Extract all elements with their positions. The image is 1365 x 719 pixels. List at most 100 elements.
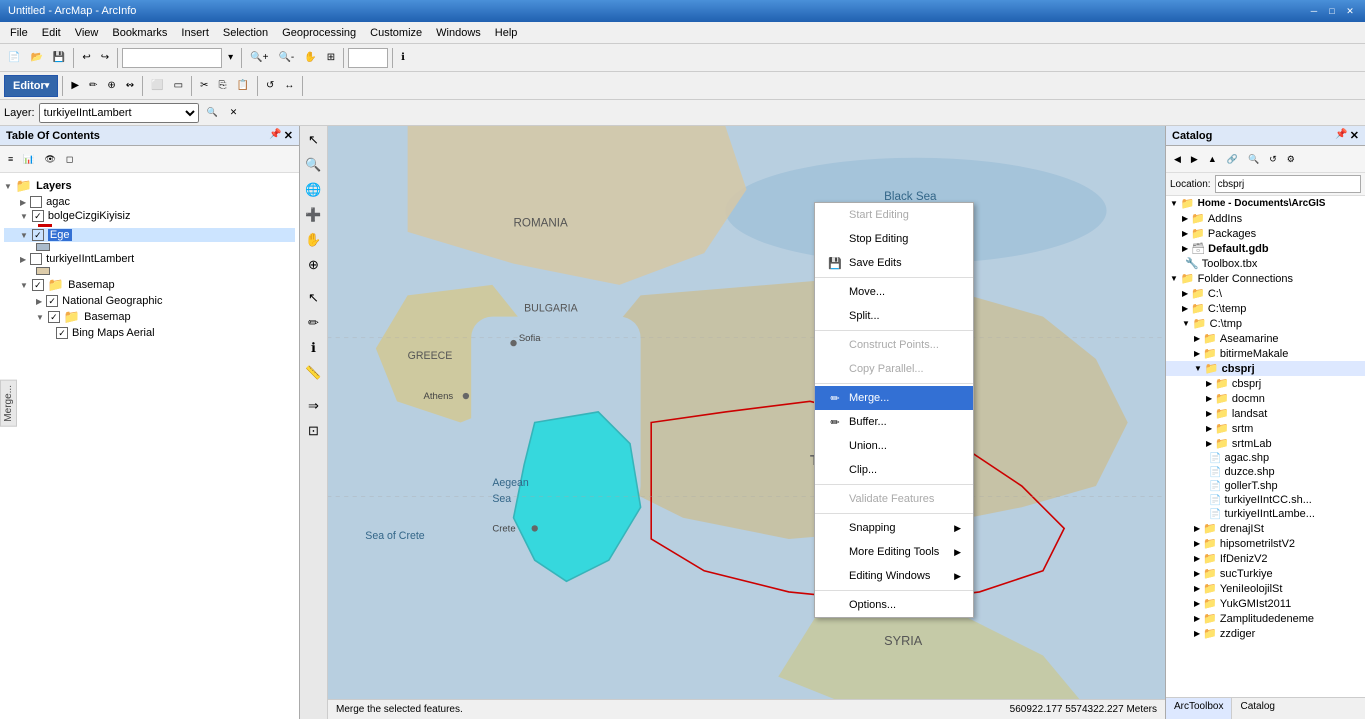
open-btn[interactable]: 📂: [26, 47, 46, 69]
catalog-item-toolbox[interactable]: 🔧 Toolbox.tbx: [1166, 256, 1365, 271]
catalog-close-btn[interactable]: ✕: [1350, 129, 1359, 142]
toc-item-natgeo[interactable]: ▶ National Geographic: [4, 294, 295, 308]
catalog-item-addins[interactable]: ▶ 📁 AddIns: [1166, 211, 1365, 226]
catalog-item-turkiyelambe[interactable]: 📄 turkiyeIIntLambe...: [1166, 507, 1365, 521]
menu-more-editing-tools[interactable]: More Editing Tools ▶: [815, 540, 973, 564]
edit-vertices-btn[interactable]: ⊕: [103, 75, 119, 97]
scale-input[interactable]: 1:10,403.153: [122, 48, 222, 68]
tool2-btn[interactable]: 🔍: [302, 153, 326, 177]
menu-editing-windows[interactable]: Editing Windows ▶: [815, 564, 973, 588]
catalog-item-IfDenizV2[interactable]: ▶ 📁 IfDenizV2: [1166, 551, 1365, 566]
minimize-btn[interactable]: ─: [1307, 4, 1321, 18]
identify-btn[interactable]: ℹ: [397, 47, 409, 69]
menu-clip[interactable]: Clip...: [815, 458, 973, 482]
agac-checkbox[interactable]: [30, 196, 42, 208]
zoom-to-layer-btn[interactable]: 🔍: [203, 102, 222, 124]
menu-save-edits[interactable]: 💾 Save Edits: [815, 251, 973, 275]
toc-item-bolgeCizgiKiyisiz[interactable]: ▼ bolgeCizgiKiyisiz: [4, 209, 295, 223]
catalog-up-btn[interactable]: ▲: [1204, 148, 1221, 170]
catalog-item-agac-shp[interactable]: 📄 agac.shp: [1166, 451, 1365, 465]
catalog-item-default-gdb[interactable]: ▶ 🗃 Default.gdb: [1166, 241, 1365, 256]
reshape-btn[interactable]: ↭: [122, 75, 138, 97]
toc-item-ege[interactable]: ▼ Ege: [4, 228, 295, 242]
menu-split[interactable]: Split...: [815, 304, 973, 328]
maximize-btn[interactable]: □: [1325, 4, 1339, 18]
menu-insert[interactable]: Insert: [175, 25, 215, 41]
menu-selection[interactable]: Selection: [217, 25, 274, 41]
catalog-item-bitirme[interactable]: ▶ 📁 bitirmeMakale: [1166, 346, 1365, 361]
distance-input[interactable]: 400: [348, 48, 388, 68]
rotate-btn[interactable]: ↺: [262, 75, 278, 97]
layer-selector[interactable]: turkiyeIIntLambert: [39, 103, 199, 123]
toc-pin-btn[interactable]: 📌: [269, 129, 281, 142]
catalog-item-home[interactable]: ▼ 📁 Home - Documents\ArcGIS: [1166, 196, 1365, 211]
catalog-item-cbsprj[interactable]: ▼ 📁 cbsprj: [1166, 361, 1365, 376]
tool1-btn[interactable]: ↖: [302, 128, 326, 152]
turkiye-checkbox[interactable]: [30, 253, 42, 265]
natgeo-checkbox[interactable]: [46, 295, 58, 307]
new-btn[interactable]: 📄: [4, 47, 24, 69]
copy-features-btn[interactable]: ⎘: [214, 75, 230, 97]
catalog-item-c-tmp[interactable]: ▼ 📁 C:\tmp: [1166, 316, 1365, 331]
paste-features-btn[interactable]: 📋: [232, 75, 252, 97]
menu-move[interactable]: Move...: [815, 280, 973, 304]
catalog-item-srtmLab[interactable]: ▶ 📁 srtmLab: [1166, 436, 1365, 451]
map-area[interactable]: ROMANIA BULGARIA GREECE T U R K E Y SYRI…: [328, 126, 1165, 719]
menu-edit[interactable]: Edit: [36, 25, 67, 41]
bing-checkbox[interactable]: [56, 327, 68, 339]
catalog-location-input[interactable]: [1215, 175, 1361, 193]
tool3-btn[interactable]: 🌐: [302, 178, 326, 202]
menu-union[interactable]: Union...: [815, 434, 973, 458]
toc-item-agac[interactable]: ▶ agac: [4, 195, 295, 209]
catalog-item-docmn[interactable]: ▶ 📁 docmn: [1166, 391, 1365, 406]
catalog-refresh-btn[interactable]: ↺: [1265, 148, 1281, 170]
catalog-item-srtm[interactable]: ▶ 📁 srtm: [1166, 421, 1365, 436]
catalog-item-drenajISt[interactable]: ▶ 📁 drenajISt: [1166, 521, 1365, 536]
editor-menu-btn[interactable]: Editor: [4, 75, 58, 97]
toc-item-turkiye[interactable]: ▶ turkiyeIIntLambert: [4, 252, 295, 266]
tool5-btn[interactable]: ✋: [302, 228, 326, 252]
tool11-btn[interactable]: ⇒: [302, 394, 326, 418]
zoom-in-btn[interactable]: 🔍+: [246, 47, 272, 69]
catalog-item-cbsprj2[interactable]: ▶ 📁 cbsprj: [1166, 376, 1365, 391]
menu-stop-editing[interactable]: Stop Editing: [815, 227, 973, 251]
select-features-btn[interactable]: ⬜: [147, 75, 167, 97]
menu-buffer[interactable]: ✏ Buffer...: [815, 410, 973, 434]
menu-snapping[interactable]: Snapping ▶: [815, 516, 973, 540]
menu-view[interactable]: View: [69, 25, 105, 41]
toc-item-bing[interactable]: Bing Maps Aerial: [4, 326, 295, 340]
catalog-back-btn[interactable]: ◀: [1170, 148, 1185, 170]
catalog-item-zzdiger[interactable]: ▶ 📁 zzdiger: [1166, 626, 1365, 641]
basemap-group-checkbox[interactable]: [32, 279, 44, 291]
menu-start-editing[interactable]: Start Editing: [815, 203, 973, 227]
tool8-btn[interactable]: ✏: [302, 311, 326, 335]
save-btn[interactable]: 💾: [49, 47, 69, 69]
catalog-item-YukGMIst2011[interactable]: ▶ 📁 YukGMIst2011: [1166, 596, 1365, 611]
clear-selection-btn[interactable]: ✕: [226, 102, 242, 124]
bolgecizgi-checkbox[interactable]: [32, 210, 44, 222]
catalog-item-hipsometrilstV2[interactable]: ▶ 📁 hipsometrilstV2: [1166, 536, 1365, 551]
menu-merge[interactable]: ✏ Merge...: [815, 386, 973, 410]
tool7-btn[interactable]: ↖: [302, 286, 326, 310]
catalog-item-c-temp[interactable]: ▶ 📁 C:\temp: [1166, 301, 1365, 316]
tool12-btn[interactable]: ⊡: [302, 419, 326, 443]
catalog-item-packages[interactable]: ▶ 📁 Packages: [1166, 226, 1365, 241]
scale-dropdown[interactable]: ▾: [224, 47, 237, 69]
layers-expand-arrow[interactable]: ▼: [4, 182, 12, 191]
arctoolbox-tab[interactable]: ArcToolbox: [1166, 698, 1232, 719]
menu-file[interactable]: File: [4, 25, 34, 41]
catalog-connect-btn[interactable]: 🔗: [1223, 148, 1242, 170]
catalog-item-duzce-shp[interactable]: 📄 duzce.shp: [1166, 465, 1365, 479]
tool9-btn[interactable]: ℹ: [302, 336, 326, 360]
menu-options[interactable]: Options...: [815, 593, 973, 617]
toc-selection-btn[interactable]: ◻: [62, 148, 77, 170]
catalog-item-Zamplitudedeneme[interactable]: ▶ 📁 Zamplitudedeneme: [1166, 611, 1365, 626]
toc-list-btn[interactable]: ≡: [4, 148, 17, 170]
menu-geoprocessing[interactable]: Geoprocessing: [276, 25, 362, 41]
menu-copy-parallel[interactable]: Copy Parallel...: [815, 357, 973, 381]
tool6-btn[interactable]: ⊕: [302, 253, 326, 277]
catalog-options-btn[interactable]: ⚙: [1283, 148, 1299, 170]
pan-btn[interactable]: ✋: [300, 47, 320, 69]
catalog-item-YeniIeolojilSt[interactable]: ▶ 📁 YeniIeolojilSt: [1166, 581, 1365, 596]
select-by-rect-btn[interactable]: ▭: [170, 75, 187, 97]
